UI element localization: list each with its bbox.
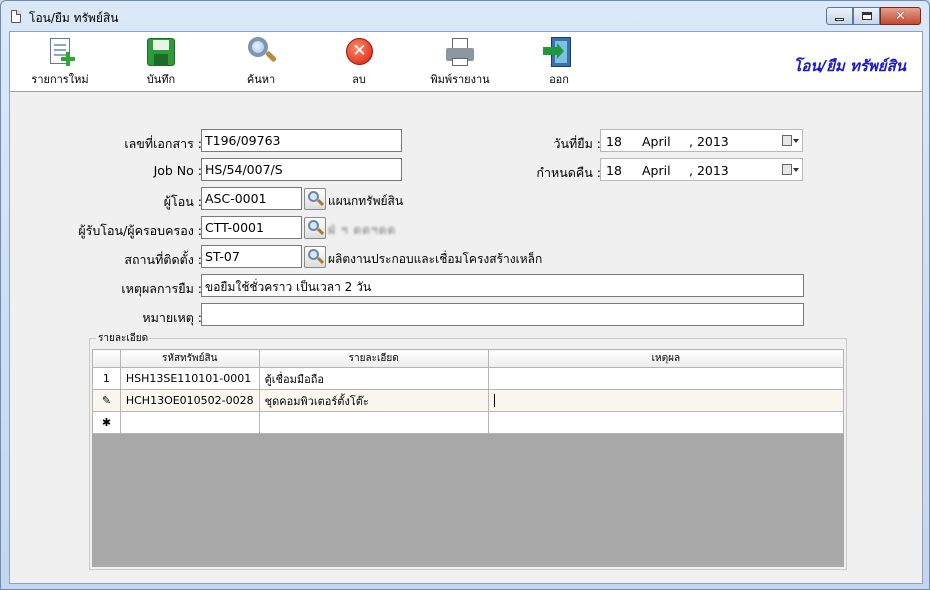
receiver-code-field[interactable]: CTT-0001	[201, 216, 302, 239]
transferor-name: แผนกทรัพย์สิน	[328, 194, 404, 208]
reason-cell-editing[interactable]	[487, 389, 844, 412]
doc-no-label: เลขที่เอกสาร :	[124, 136, 202, 151]
details-grid[interactable]: รหัสทรัพย์สิน รายละเอียด เหตุผล 1 HSH13S…	[92, 349, 844, 567]
return-date-picker[interactable]: 18 April , 2013	[600, 158, 803, 181]
calendar-dropdown-icon[interactable]	[782, 164, 799, 176]
client-area: รายการใหม่ บันทึก ค้นหา ✕ ลบ พิมพ์รายงาน…	[9, 31, 923, 584]
toolbar: รายการใหม่ บันทึก ค้นหา ✕ ลบ พิมพ์รายงาน…	[10, 32, 922, 92]
header-row: รหัสทรัพย์สิน รายละเอียด เหตุผล	[92, 349, 844, 368]
reason-cell[interactable]	[487, 367, 844, 390]
table-row[interactable]: ✎ HCH13OE010502-0028 ชุดคอมพิวเตอร์ตั้งโ…	[92, 389, 844, 412]
save-icon	[145, 36, 177, 66]
exit-button[interactable]: ออก	[524, 36, 594, 88]
details-group-title: รายละเอียด	[96, 331, 151, 346]
title-bar: โอน/ยืม ทรัพย์สิน ✕	[1, 1, 929, 31]
return-date-label: กำหนดคืน :	[536, 165, 601, 180]
app-window: โอน/ยืม ทรัพย์สิน ✕ รายการใหม่ บันทึก ค้…	[0, 0, 930, 590]
delete-button[interactable]: ✕ ลบ	[324, 36, 394, 88]
borrow-date-day: 18	[606, 134, 622, 149]
doc-no-field[interactable]: T196/09763	[201, 129, 402, 152]
column-header-reason[interactable]: เหตุผล	[487, 349, 844, 368]
calendar-dropdown-icon[interactable]	[782, 135, 799, 147]
location-label: สถานที่ติดตั้ง :	[124, 252, 202, 267]
search-icon	[245, 36, 278, 66]
header-title: โอน/ยืม ทรัพย์สิน	[793, 57, 906, 75]
text-caret	[493, 394, 495, 408]
minimize-icon	[835, 17, 844, 21]
description-cell[interactable]: ตู้เชื่อมมือถือ	[258, 367, 489, 390]
transferor-lookup-button[interactable]	[304, 188, 326, 210]
new-row[interactable]: ✱	[92, 411, 844, 434]
close-icon: ✕	[895, 8, 906, 24]
maximize-icon	[861, 12, 872, 20]
print-report-label: พิมพ์รายงาน	[430, 73, 490, 86]
borrow-date-month: April	[642, 134, 671, 149]
job-no-field[interactable]: HS/54/007/S	[201, 158, 402, 181]
row-header-corner	[92, 349, 121, 368]
pencil-icon[interactable]: ✎	[92, 389, 121, 412]
borrow-date-year: , 2013	[689, 134, 729, 149]
borrow-date-picker[interactable]: 18 April , 2013	[600, 129, 803, 152]
receiver-label: ผู้รับโอน/ผู้ครอบครอง :	[78, 223, 202, 238]
receiver-name: ฝ่ ฯ ดดฯดด	[328, 223, 397, 237]
print-report-button[interactable]: พิมพ์รายงาน	[425, 36, 495, 88]
delete-icon: ✕	[343, 36, 375, 66]
print-icon	[444, 36, 476, 66]
save-button[interactable]: บันทึก	[126, 36, 196, 88]
asterisk-icon[interactable]: ✱	[92, 411, 121, 434]
row-number[interactable]: 1	[92, 367, 121, 390]
description-cell[interactable]	[258, 411, 489, 434]
exit-label: ออก	[549, 73, 569, 86]
reason-cell[interactable]	[487, 411, 844, 434]
transferor-code-field[interactable]: ASC-0001	[201, 187, 302, 210]
note-label: หมายเหตุ :	[142, 310, 202, 325]
document-icon	[11, 10, 21, 23]
location-code-field[interactable]: ST-07	[201, 245, 302, 268]
search-label: ค้นหา	[246, 73, 276, 86]
details-group: รายละเอียด รหัสทรัพย์สิน รายละเอียด เหตุ…	[89, 331, 847, 570]
asset-code-cell[interactable]: HSH13SE110101-0001	[119, 367, 260, 390]
window-title: โอน/ยืม ทรัพย์สิน	[29, 11, 119, 25]
location-name: ผลิตงานประกอบและเชื่อมโครงสร้างเหล็ก	[328, 252, 543, 266]
job-no-label: Job No :	[153, 163, 202, 178]
exit-door-icon	[543, 36, 575, 67]
transferor-label: ผู้โอน :	[163, 194, 202, 209]
new-item-button[interactable]: รายการใหม่	[25, 36, 95, 88]
minimize-button[interactable]	[826, 7, 853, 25]
details-table: รหัสทรัพย์สิน รายละเอียด เหตุผล 1 HSH13S…	[92, 349, 844, 434]
return-date-month: April	[642, 163, 671, 178]
borrow-date-label: วันที่ยืม :	[553, 136, 601, 151]
maximize-button[interactable]	[853, 7, 880, 25]
new-document-icon	[44, 36, 76, 66]
description-cell[interactable]: ชุดคอมพิวเตอร์ตั้งโต๊ะ	[258, 389, 489, 412]
return-date-day: 18	[606, 163, 622, 178]
receiver-lookup-button[interactable]	[304, 217, 326, 239]
location-lookup-button[interactable]	[304, 246, 326, 268]
save-label: บันทึก	[146, 73, 176, 86]
column-header-description[interactable]: รายละเอียด	[258, 349, 489, 368]
close-button[interactable]: ✕	[880, 7, 921, 25]
search-button[interactable]: ค้นหา	[226, 36, 296, 88]
return-date-year: , 2013	[689, 163, 729, 178]
reason-label: เหตุผลการยืม :	[121, 281, 202, 296]
asset-code-cell[interactable]: HCH13OE010502-0028	[119, 389, 260, 412]
asset-code-cell[interactable]	[119, 411, 260, 434]
delete-label: ลบ	[352, 73, 366, 86]
new-item-label: รายการใหม่	[31, 73, 89, 86]
note-field[interactable]	[201, 303, 804, 326]
reason-field[interactable]: ขอยืมใช้ชั่วคราว เป็นเวลา 2 วัน	[201, 274, 804, 297]
table-row[interactable]: 1 HSH13SE110101-0001 ตู้เชื่อมมือถือ	[92, 367, 844, 390]
column-header-asset-code[interactable]: รหัสทรัพย์สิน	[119, 349, 260, 368]
